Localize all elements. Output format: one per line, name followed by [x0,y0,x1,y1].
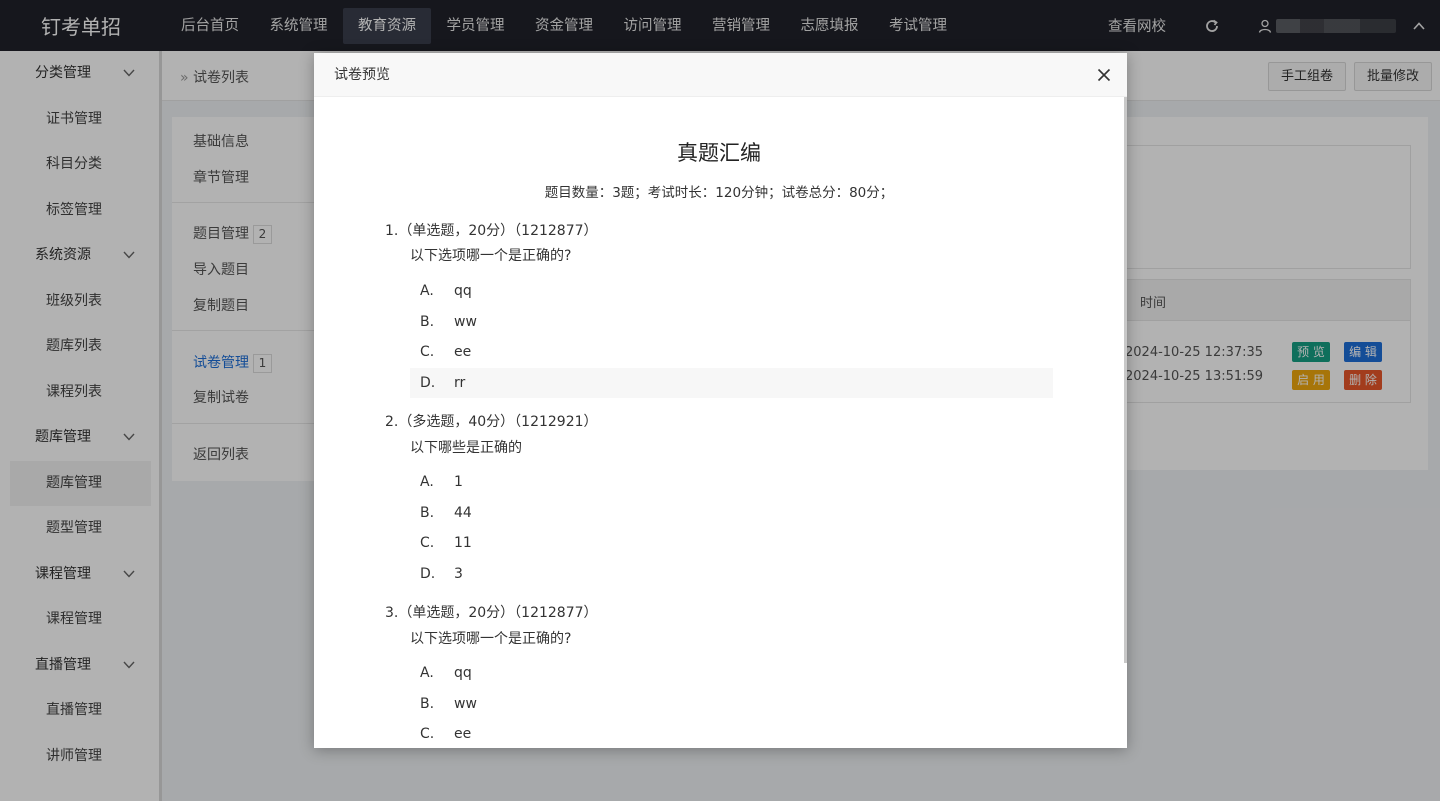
option-text: ww [454,314,477,330]
option-row: C. 11 [410,528,1053,558]
option-letter: C. [420,726,435,742]
modal-scrollbar[interactable] [1124,97,1127,663]
question-stem: 以下哪些是正确的 [410,440,522,456]
option-text: rr [454,375,466,391]
paper-title: 真题汇编 [677,141,761,165]
option-row: B. ww [410,307,1053,337]
option-letter: D. [420,566,436,582]
option-letter: A. [420,283,434,299]
option-letter: B. [420,696,435,712]
option-text: ee [454,726,472,742]
option-letter: D. [420,375,436,391]
option-row: B. 44 [410,498,1053,528]
modal-body[interactable]: 真题汇编 题目数量：3题；考试时长：120分钟；试卷总分：80分； 1.（单选题… [314,97,1124,748]
option-row-hovered: D. rr [410,368,1053,398]
question-heading: 1.（单选题，20分）（1212877） [385,223,598,239]
question-stem: 以下选项哪一个是正确的? [410,248,572,264]
option-text: 11 [454,535,472,551]
close-icon[interactable] [1097,68,1111,82]
option-letter: B. [420,314,435,330]
option-row: C. ee [410,719,1053,748]
paper-preview-modal: 试卷预览 真题汇编 题目数量：3题；考试时长：120分钟；试卷总分：80分； 1… [314,53,1127,748]
question-heading: 2.（多选题，40分）（1212921） [385,414,598,430]
paper-meta: 题目数量：3题；考试时长：120分钟；试卷总分：80分； [544,185,894,201]
option-letter: B. [420,505,435,521]
option-letter: C. [420,344,435,360]
modal-header: 试卷预览 [314,53,1127,97]
option-text: qq [454,283,472,299]
question-heading: 3.（单选题，20分）（1212877） [385,605,598,621]
option-row: D. 3 [410,559,1053,589]
modal-title: 试卷预览 [334,67,390,83]
option-text: 44 [454,505,472,521]
option-row: C. ee [410,337,1053,367]
option-letter: A. [420,665,434,681]
option-row: A. qq [410,276,1053,306]
option-text: ww [454,696,477,712]
option-row: B. ww [410,689,1053,719]
option-text: 1 [454,474,463,490]
option-text: qq [454,665,472,681]
option-row: A. 1 [410,467,1053,497]
option-text: ee [454,344,472,360]
option-row: A. qq [410,658,1053,688]
option-letter: A. [420,474,434,490]
option-letter: C. [420,535,435,551]
option-text: 3 [454,566,463,582]
question-stem: 以下选项哪一个是正确的? [410,631,572,647]
